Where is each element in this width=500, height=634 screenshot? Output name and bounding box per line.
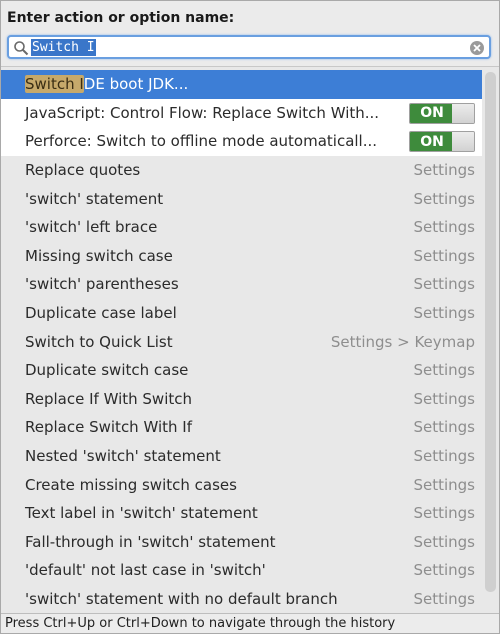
list-item-text: Fall-through in 'switch' statement: [25, 532, 276, 551]
list-item-label: Create missing switch cases: [25, 470, 237, 499]
clear-icon[interactable]: [469, 40, 485, 56]
list-item-location: Settings: [413, 389, 475, 408]
list-item-location: Settings: [413, 161, 475, 180]
list-item-label: Replace quotes: [25, 156, 140, 185]
scrollbar-thumb[interactable]: [485, 72, 496, 592]
toggle-knob: [452, 103, 474, 123]
list-item[interactable]: Switch I DE boot JDK...: [1, 70, 483, 99]
list-item[interactable]: Replace quotes Settings: [1, 156, 483, 185]
list-item-location: Settings: [413, 189, 475, 208]
status-bar: Press Ctrl+Up or Ctrl+Down to navigate t…: [1, 613, 499, 633]
list-item-text: DE boot JDK...: [83, 75, 189, 94]
search-input[interactable]: Switch I: [7, 35, 491, 59]
list-item[interactable]: Text label in 'switch' statement Settings: [1, 499, 483, 528]
list-item[interactable]: Duplicate switch case Settings: [1, 356, 483, 385]
list-item-text: Text label in 'switch' statement: [25, 504, 258, 523]
list-item-text: Nested 'switch' statement: [25, 447, 221, 466]
list-item-text: Create missing switch cases: [25, 475, 237, 494]
list-item-label: 'switch' statement: [25, 184, 163, 213]
list-item-label: 'switch' left brace: [25, 213, 157, 242]
list-item-label: Switch I DE boot JDK...: [25, 70, 188, 99]
list-item-label: Text label in 'switch' statement: [25, 499, 258, 528]
toggle-on-label: ON: [410, 132, 454, 152]
scrollbar[interactable]: [482, 70, 499, 614]
list-item-text: 'switch' left brace: [25, 218, 158, 237]
list-item-location: Settings: [413, 447, 475, 466]
toggle-on-label: ON: [410, 103, 454, 123]
list-item-location: Settings: [413, 561, 475, 580]
list-item-text: JavaScript: Control Flow: Replace Switch…: [25, 103, 380, 122]
list-item-label: Fall-through in 'switch' statement: [25, 528, 275, 557]
list-item[interactable]: JavaScript: Control Flow: Replace Switch…: [1, 98, 483, 128]
list-item[interactable]: 'default' not last case in 'switch' Setti…: [1, 556, 483, 585]
search-icon: [14, 41, 29, 56]
list-item[interactable]: Nested 'switch' statement Settings: [1, 442, 483, 471]
list-item[interactable]: 'switch' statement Settings: [1, 184, 483, 213]
popup-header: Enter action or option name: Switch I: [1, 1, 499, 67]
list-item-label: Perforce: Switch to offline mode automat…: [25, 127, 377, 156]
list-item-label: Nested 'switch' statement: [25, 442, 221, 471]
list-item-label: 'switch' parentheses: [25, 270, 179, 299]
list-item-location: Settings: [413, 218, 475, 237]
list-item[interactable]: Replace If With Switch Settings: [1, 385, 483, 414]
option-toggle[interactable]: ON: [409, 102, 475, 124]
list-item-label: Switch to Quick List: [25, 327, 173, 356]
list-item-text: Replace Switch With If: [25, 418, 192, 437]
status-hint: Press Ctrl+Up or Ctrl+Down to navigate t…: [5, 616, 396, 631]
prompt-label: Enter action or option name:: [7, 10, 235, 26]
list-item-location: Settings: [413, 361, 475, 380]
list-item[interactable]: 'switch' parentheses Settings: [1, 270, 483, 299]
list-item-location: Settings: [413, 504, 475, 523]
list-item[interactable]: Replace Switch With If Settings: [1, 413, 483, 442]
list-item-text: 'switch' statement: [25, 189, 164, 208]
list-item-location: Settings > Keymap: [330, 332, 475, 351]
list-item[interactable]: Create missing switch cases Settings: [1, 470, 483, 499]
list-item-label: Missing switch case: [25, 242, 173, 271]
goto-action-popup: Enter action or option name: Switch I Sw…: [0, 0, 500, 634]
list-item-label: 'switch' statement with no default branc…: [25, 585, 338, 614]
list-item-label: Duplicate case label: [25, 299, 177, 328]
list-item-text: 'default' not last case in 'switch': [25, 561, 266, 580]
list-item-text: Replace quotes: [25, 161, 141, 180]
results-list: Switch I DE boot JDK... JavaScript: Contro…: [1, 70, 483, 614]
list-item[interactable]: Missing switch case Settings: [1, 242, 483, 271]
list-item-text: Duplicate case label: [25, 304, 177, 323]
list-item-text: Switch to Quick List: [25, 332, 173, 351]
list-item-text: Missing switch case: [25, 246, 173, 265]
list-item-text: Duplicate switch case: [25, 361, 189, 380]
list-item-location: Settings: [413, 475, 475, 494]
list-item-location: Settings: [413, 246, 475, 265]
list-item-location: Settings: [413, 589, 475, 608]
list-item-text: Replace If With Switch: [25, 389, 192, 408]
option-toggle[interactable]: ON: [409, 131, 475, 153]
list-item[interactable]: Perforce: Switch to offline mode automat…: [1, 127, 483, 156]
list-item[interactable]: 'switch' left brace Settings: [1, 213, 483, 242]
list-item-label: Duplicate switch case: [25, 356, 188, 385]
toggle-knob: [452, 132, 474, 152]
list-item-label: Replace Switch With If: [25, 413, 192, 442]
list-item-text: Perforce: Switch to offline mode automat…: [25, 132, 378, 151]
list-item[interactable]: Switch to Quick List Settings > Keymap: [1, 327, 483, 356]
search-value[interactable]: Switch I: [31, 39, 96, 56]
list-item-label: JavaScript: Control Flow: Replace Switch…: [25, 99, 379, 128]
list-item[interactable]: Duplicate case label Settings: [1, 299, 483, 328]
list-item-location: Settings: [413, 304, 475, 323]
list-item[interactable]: 'switch' statement with no default branc…: [1, 585, 483, 614]
list-item-location: Settings: [413, 532, 475, 551]
list-item-location: Settings: [413, 275, 475, 294]
list-item-text: 'switch' parentheses: [25, 275, 179, 294]
list-item[interactable]: Fall-through in 'switch' statement Settin…: [1, 528, 483, 557]
list-item-label: 'default' not last case in 'switch': [25, 556, 266, 585]
list-item-text: 'switch' statement with no default branc…: [25, 589, 338, 608]
list-item-location: Settings: [413, 418, 475, 437]
match-highlight: Switch I: [25, 75, 84, 94]
list-item-label: Replace If With Switch: [25, 385, 192, 414]
